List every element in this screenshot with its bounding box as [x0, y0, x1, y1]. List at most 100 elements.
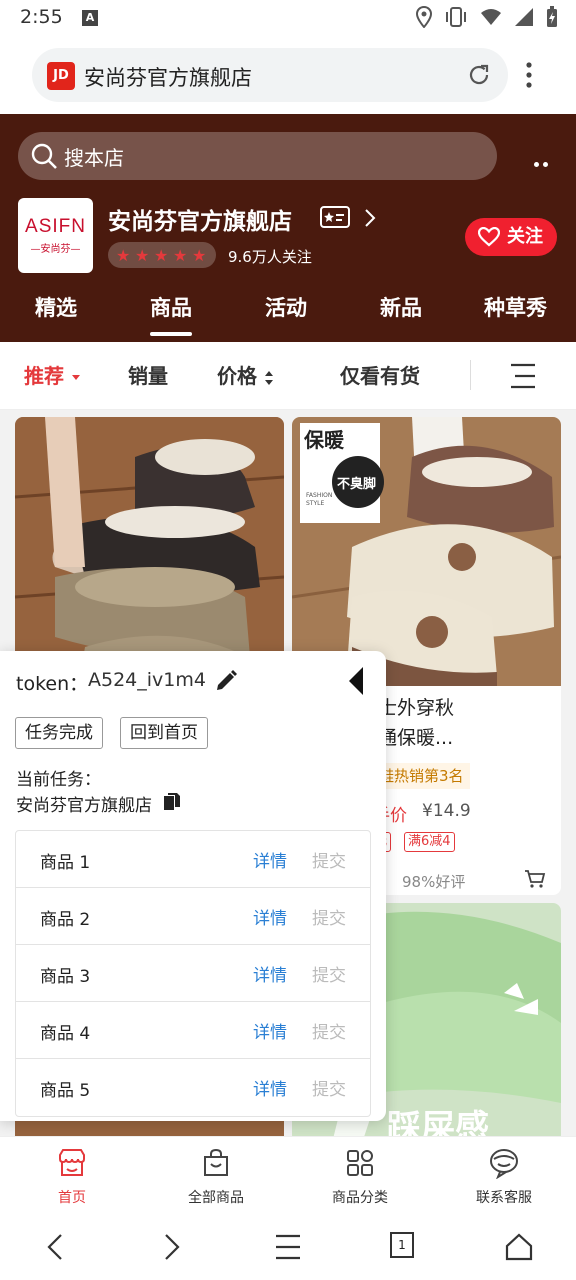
sort-recommended[interactable]: 推荐 [24, 360, 81, 389]
tab-activities[interactable]: 活动 [265, 292, 307, 322]
nav-home[interactable]: 首页 [0, 1137, 144, 1217]
store-search-input[interactable]: 搜本店 [18, 132, 497, 180]
reload-icon[interactable] [466, 62, 492, 88]
sort-in-stock[interactable]: 仅看有货 [340, 360, 420, 389]
token-value: A524_iv1m4 [88, 669, 206, 691]
search-icon [31, 143, 57, 169]
sort-recommended-label: 推荐 [24, 364, 64, 388]
star-icon: ★ [173, 246, 188, 265]
store-tabs: 精选 商品 活动 新品 种草秀 [0, 290, 576, 336]
task-row: 商品 2 详情 提交 [16, 888, 370, 945]
coupon-tag: 满6减4 [404, 832, 455, 852]
task-submit-button[interactable]: 提交 [312, 904, 346, 929]
sort-bar: 推荐 销量 价格 仅看有货 [0, 342, 576, 410]
follow-button[interactable]: 关注 [465, 218, 557, 256]
task-detail-link[interactable]: 详情 [253, 961, 287, 986]
store-card-icon[interactable] [320, 206, 350, 228]
store-logo-sub: —安尚芬— [30, 244, 81, 255]
store-search-placeholder: 搜本店 [64, 146, 124, 170]
divider [470, 360, 471, 390]
current-task-value: 安尚芬官方旗舰店 [16, 796, 152, 816]
sort-sales[interactable]: 销量 [128, 360, 168, 389]
nav-all-products-label: 全部商品 [188, 1190, 244, 1206]
current-task-label: 当前任务： [16, 770, 101, 790]
heart-icon [478, 227, 500, 247]
nav-categories-label: 商品分类 [332, 1190, 388, 1206]
back-icon[interactable] [45, 1232, 65, 1262]
task-submit-button[interactable]: 提交 [312, 1018, 346, 1043]
filter-menu-icon[interactable] [509, 362, 537, 390]
star-icon: ★ [154, 246, 169, 265]
task-name: 商品 2 [40, 910, 91, 930]
product-image-text-odor: 不臭脚 [337, 476, 376, 492]
status-time: 2:55 [20, 6, 63, 28]
store-logo-main: ASIFN [25, 216, 86, 237]
product-image-text-warm: 保暖 [303, 428, 345, 452]
shop-icon [59, 1149, 85, 1176]
back-home-button[interactable]: 回到首页 [120, 717, 208, 749]
status-bar: 2:55 A [0, 0, 576, 36]
task-row: 商品 3 详情 提交 [16, 945, 370, 1002]
wifi-icon [481, 9, 501, 25]
star-icon: ★ [116, 246, 131, 265]
product-image-text-fashion: FASHION [306, 492, 332, 499]
caret-down-icon [71, 374, 80, 380]
tab-products[interactable]: 商品 [150, 292, 192, 336]
tab-showcase[interactable]: 种草秀 [484, 292, 547, 322]
follower-count: 9.6万人关注 [228, 248, 312, 266]
sort-arrows-icon [264, 370, 273, 385]
nav-categories[interactable]: 商品分类 [288, 1137, 432, 1217]
tab-new[interactable]: 新品 [380, 292, 422, 322]
copy-icon[interactable] [162, 792, 182, 812]
chevron-right-icon[interactable] [364, 208, 376, 228]
home-icon[interactable] [505, 1232, 533, 1262]
bag-icon [204, 1148, 228, 1176]
cart-icon[interactable] [524, 869, 546, 889]
task-detail-link[interactable]: 详情 [253, 1018, 287, 1043]
task-name: 商品 1 [40, 853, 91, 873]
task-submit-button[interactable]: 提交 [312, 961, 346, 986]
tabs-count: 1 [398, 1238, 406, 1252]
product-image[interactable]: 保暖 FASHION STYLE 不臭脚 [292, 417, 561, 686]
nav-customer-service[interactable]: 联系客服 [432, 1137, 576, 1217]
sort-price[interactable]: 价格 [217, 360, 274, 389]
tab-featured[interactable]: 精选 [35, 292, 77, 322]
task-name: 商品 3 [40, 967, 91, 987]
menu-icon[interactable] [275, 1232, 301, 1262]
nav-customer-service-label: 联系客服 [476, 1190, 532, 1206]
task-complete-button[interactable]: 任务完成 [15, 717, 103, 749]
task-detail-link[interactable]: 详情 [253, 1075, 287, 1100]
task-row: 商品 1 详情 提交 [16, 831, 370, 888]
battery-icon [547, 6, 557, 27]
nav-all-products[interactable]: 全部商品 [144, 1137, 288, 1217]
address-title[interactable]: 安尚芬官方旗舰店 [84, 62, 252, 92]
tabs-count-icon[interactable]: 1 [390, 1232, 414, 1258]
grid-icon [347, 1150, 373, 1176]
sort-price-label: 价格 [217, 364, 257, 388]
star-half-icon: ★ [192, 246, 207, 265]
token-label: token： [16, 673, 89, 695]
store-logo[interactable]: ASIFN —安尚芬— [18, 198, 93, 273]
edit-icon[interactable] [214, 669, 238, 693]
store-name[interactable]: 安尚芬官方旗舰店 [108, 202, 292, 236]
jd-logo-icon: JD [47, 62, 75, 90]
task-detail-link[interactable]: 详情 [253, 847, 287, 872]
review-rate: 98%好评 [402, 873, 466, 891]
task-submit-button[interactable]: 提交 [312, 1075, 346, 1100]
address-bar[interactable]: JD 安尚芬官方旗舰店 [32, 48, 508, 102]
location-icon [416, 6, 432, 28]
collapse-icon[interactable] [346, 665, 366, 697]
notification-a-icon: A [82, 10, 98, 26]
product-image-text-style: STYLE [306, 500, 324, 507]
task-submit-button[interactable]: 提交 [312, 847, 346, 872]
task-detail-link[interactable]: 详情 [253, 904, 287, 929]
product-price: ¥14.9 [422, 801, 471, 821]
store-header: 搜本店 ASIFN —安尚芬— 安尚芬官方旗舰店 ★ ★ ★ ★ ★ 9.6万人… [0, 114, 576, 342]
signal-icon [515, 8, 533, 26]
task-row: 商品 5 详情 提交 [16, 1059, 370, 1116]
browser-toolbar: JD 安尚芬官方旗舰店 [0, 36, 576, 114]
more-icon[interactable] [534, 152, 556, 167]
task-list: 商品 1 详情 提交 商品 2 详情 提交 商品 3 详情 提交 商品 4 详情… [15, 830, 371, 1117]
browser-menu-icon[interactable] [526, 62, 532, 88]
forward-icon[interactable] [162, 1232, 182, 1262]
